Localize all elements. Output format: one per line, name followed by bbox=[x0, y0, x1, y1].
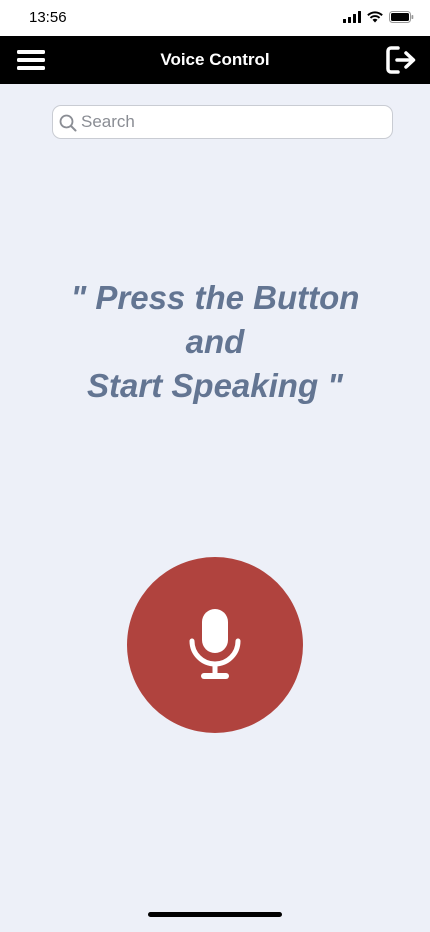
status-bar: 13:56 bbox=[0, 0, 430, 36]
search-input[interactable] bbox=[81, 106, 381, 138]
cellular-signal-icon bbox=[343, 11, 361, 23]
battery-icon bbox=[389, 11, 414, 23]
prompt-line-2: and bbox=[185, 323, 245, 360]
record-voice-button[interactable] bbox=[127, 557, 303, 733]
prompt-line-1: " Press the Button bbox=[70, 279, 360, 316]
logout-icon[interactable] bbox=[386, 45, 418, 75]
nav-bar: Voice Control bbox=[0, 36, 430, 84]
voice-prompt: " Press the Button and Start Speaking " bbox=[0, 276, 430, 408]
search-bar bbox=[52, 105, 393, 139]
prompt-line-3: Start Speaking " bbox=[87, 367, 343, 404]
status-time: 13:56 bbox=[29, 9, 67, 26]
microphone-icon bbox=[189, 609, 241, 679]
home-indicator bbox=[148, 912, 282, 917]
wifi-icon bbox=[367, 11, 383, 23]
status-icons bbox=[343, 11, 414, 23]
page-title: Voice Control bbox=[160, 50, 270, 69]
search-icon bbox=[59, 114, 77, 132]
